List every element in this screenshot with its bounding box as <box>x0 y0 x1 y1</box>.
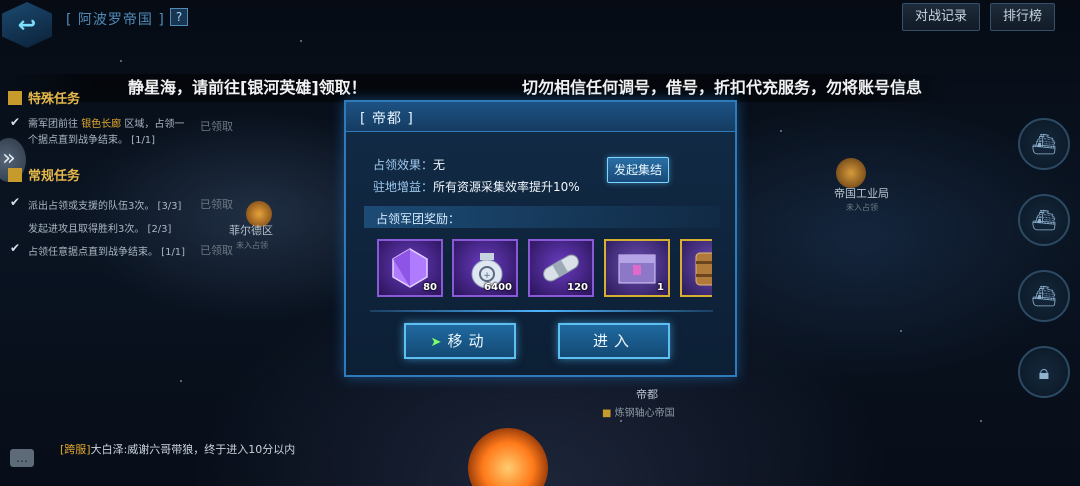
rally-button[interactable]: 发起集结 <box>607 157 669 183</box>
lock-icon: 🔒︎ <box>1038 360 1050 384</box>
checkmark-icon: ✔ <box>10 195 21 209</box>
star <box>900 330 902 332</box>
svg-text:+: + <box>483 271 491 281</box>
map-label-industry[interactable]: 帝国工业局 <box>834 185 889 201</box>
star <box>980 420 982 422</box>
leaderboard-button[interactable]: 排行榜 <box>990 3 1056 31</box>
capital-info-modal: [ 帝都 ] 占领效果：无 驻地增益：所有资源采集效率提升10% 发起集结 占领… <box>344 100 737 377</box>
back-button[interactable]: ↩ <box>2 2 52 48</box>
back-arrow-icon: ↩ <box>17 12 37 38</box>
reward-item[interactable] <box>680 239 712 297</box>
question-icon[interactable]: ? <box>170 8 188 26</box>
move-button[interactable]: ➤ 移动 <box>404 323 516 359</box>
shield-badge-icon: ■ <box>602 408 612 419</box>
planet-industry[interactable] <box>836 158 866 188</box>
claimed-status: 已领取 <box>200 120 233 133</box>
marquee-text-right: 切勿相信任何调号，借号，折扣代充服务，勿将账号信息 <box>522 78 923 97</box>
chat-icon[interactable]: … <box>10 449 34 467</box>
checkmark-icon: ✔ <box>10 115 21 129</box>
star <box>780 130 782 132</box>
announcement-marquee: 静星海，请前往[银河英雄]领取！ 切勿相信任何调号，借号，折扣代充服务，勿将账号… <box>0 74 950 102</box>
top-bar: ↩ [ 阿波罗帝国 ] ? 对战记录 排行榜 <box>0 0 1080 48</box>
modal-divider <box>370 310 713 312</box>
reward-qty: 6400 <box>484 282 512 293</box>
marquee-text-left: 静星海，请前往[银河英雄]领取！ <box>128 78 367 97</box>
special-task-heading: 特殊任务 <box>8 88 80 107</box>
map-label-capital[interactable]: 帝都 <box>636 386 658 402</box>
ship-icon: ⛴ <box>1031 132 1057 156</box>
reward-item[interactable]: + 6400 <box>452 239 518 297</box>
claimed-status: 已领取 <box>200 198 233 211</box>
chat-message[interactable]: [跨服]大白泽:威谢六哥带狼，终于进入10分以内 <box>60 442 332 457</box>
fleet-ship-button-3[interactable]: ⛴ <box>1018 270 1070 322</box>
star <box>180 380 182 382</box>
regular-task-3: 占领任意据点直到战争结束。 [1/1] <box>28 247 186 258</box>
bronze-barrel-icon <box>695 252 712 286</box>
special-task-line-2: 个据点直到战争结束。 [1/1] <box>28 135 156 146</box>
map-sub-capital: ■ 炼钢轴心帝国 <box>602 408 675 419</box>
checkmark-icon: ✔ <box>10 241 21 255</box>
regular-task-2: 发起进攻且取得胜利3次。 [2/3] <box>28 224 172 235</box>
modal-header: [ 帝都 ] <box>346 102 735 132</box>
garrison-bonus-row: 驻地增益：所有资源采集效率提升10% <box>373 180 580 194</box>
reward-qty: 120 <box>567 282 588 293</box>
map-label-felder[interactable]: 菲尔德区 <box>229 222 273 238</box>
reward-section-label: 占领军团奖励： <box>376 212 461 226</box>
enter-button[interactable]: 进入 <box>558 323 670 359</box>
map-sub-industry: 未入占领 <box>846 203 878 212</box>
modal-title: [ 帝都 ] <box>360 111 414 127</box>
reward-qty: 80 <box>423 282 437 293</box>
occupy-effect-row: 占领效果：无 <box>373 158 446 172</box>
reward-qty: 1 <box>657 282 664 293</box>
locked-slot-button[interactable]: 🔒︎ <box>1018 346 1070 398</box>
star <box>620 420 622 422</box>
map-sub-felder: 未入占领 <box>236 241 268 250</box>
ship-icon: ⛴ <box>1031 208 1057 232</box>
reward-list[interactable]: 80 + 6400 120 1 <box>377 239 712 297</box>
reward-item[interactable]: 120 <box>528 239 594 297</box>
sun-planet[interactable] <box>468 428 548 486</box>
fleet-ship-button-2[interactable]: ⛴ <box>1018 194 1070 246</box>
ship-icon: ⛴ <box>1031 284 1057 308</box>
special-task-line-1: 需军团前往 银色长廊 区域，占领一 <box>28 119 185 130</box>
reward-item[interactable]: 80 <box>377 239 443 297</box>
battle-record-button[interactable]: 对战记录 <box>902 3 981 31</box>
task-tag-icon <box>8 168 22 182</box>
star <box>120 60 122 62</box>
empire-title: [ 阿波罗帝国 ] <box>66 12 165 28</box>
reward-item[interactable]: 1 <box>604 239 670 297</box>
arrow-pointer-icon: ➤ <box>430 335 442 350</box>
regular-task-1: 派出占领或支援的队伍3次。 [3/3] <box>28 201 182 212</box>
regular-task-heading: 常规任务 <box>8 165 80 184</box>
claimed-status: 已领取 <box>200 244 233 257</box>
star <box>300 40 302 42</box>
fleet-ship-button[interactable]: ⛴ <box>1018 118 1070 170</box>
reward-section-header: 占领军团奖励： <box>364 206 720 228</box>
task-tag-icon <box>8 91 22 105</box>
